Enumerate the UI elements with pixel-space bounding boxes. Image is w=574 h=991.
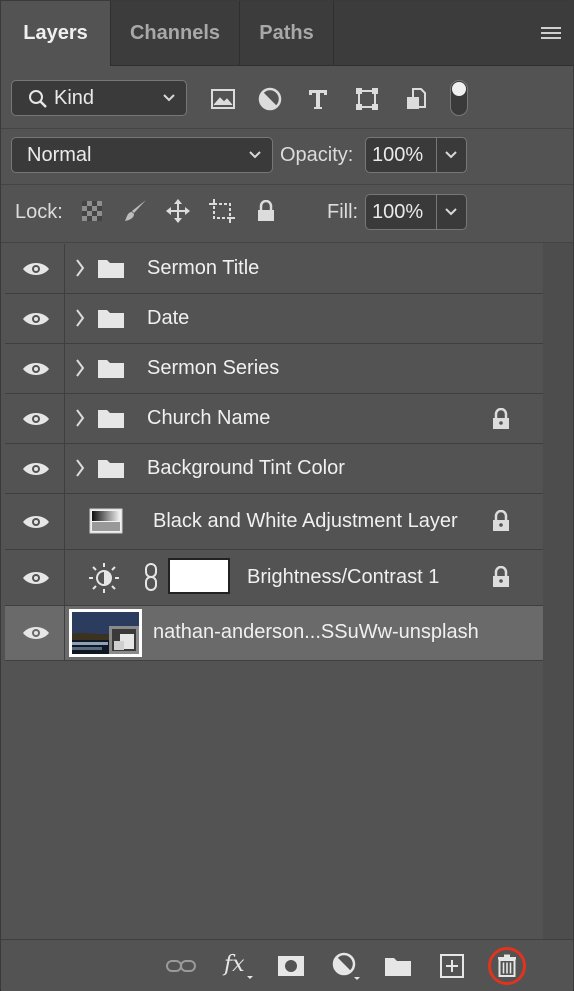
visibility-eye-icon[interactable] [21,360,51,378]
layer-name: Sermon Series [147,357,280,379]
lock-icon [493,510,509,531]
toggle-knob [452,82,466,96]
lock-icon [493,408,509,429]
search-icon [29,90,47,108]
adjustment-layer-filter-icon[interactable] [255,84,285,114]
type-layer-filter-icon[interactable] [303,84,333,114]
lock-transparent-pixels-icon[interactable] [77,196,107,226]
folder-icon [98,360,124,378]
layer-name: Brightness/Contrast 1 [247,566,440,588]
layer-mask-thumbnail[interactable] [168,558,230,594]
image-thumbnail [72,612,139,654]
visibility-eye-icon[interactable] [21,569,51,587]
chevron-down-icon [162,81,176,128]
lock-image-pixels-brush-icon[interactable] [120,196,150,226]
visibility-eye-icon[interactable] [21,260,51,278]
visibility-eye-icon[interactable] [21,460,51,478]
blend-mode-value: Normal [27,144,92,166]
delete-layer-trash-icon[interactable] [487,946,527,986]
smart-object-filter-icon[interactable] [401,84,431,114]
chevron-right-icon[interactable] [75,456,85,485]
blend-row: Normal Opacity: 100% [1,128,573,185]
svg-text:fx: fx [222,952,245,977]
lock-row: Lock: Fill: 100% [1,184,573,243]
new-layer-icon[interactable] [437,952,467,980]
lock-label: Lock: [15,201,63,223]
filter-row: Kind [1,66,573,129]
blend-mode-dropdown[interactable]: Normal [11,137,273,173]
layer-name: Church Name [147,407,271,429]
layer-row-brightness-contrast[interactable]: Brightness/Contrast 1 [5,550,543,606]
layer-row-date[interactable]: Date [5,294,543,344]
chevron-right-icon[interactable] [75,306,85,335]
fill-label: Fill: [327,201,359,223]
lock-all-icon[interactable] [251,196,281,226]
new-fill-adjustment-layer-icon[interactable] [329,952,363,980]
chevron-right-icon[interactable] [75,356,85,385]
visibility-eye-icon[interactable] [21,513,51,531]
layer-name: Black and White Adjustment Layer [153,510,458,532]
fill-value[interactable]: 100% [372,195,423,229]
new-group-folder-icon[interactable] [383,952,413,980]
layer-thumbnail[interactable] [69,609,142,657]
black-and-white-adjustment-icon [89,508,123,534]
visibility-eye-icon[interactable] [21,624,51,642]
layer-name: Background Tint Color [147,457,345,479]
layer-row-black-and-white[interactable]: Black and White Adjustment Layer [5,494,543,550]
chevron-right-icon[interactable] [75,406,85,435]
opacity-field[interactable]: 100% [365,137,467,173]
layer-row-sermon-title[interactable]: Sermon Title [5,244,543,294]
scrollbar-gutter[interactable] [543,243,573,939]
shape-layer-filter-icon[interactable] [352,84,382,114]
bottom-toolbar: fx [1,939,573,991]
layer-row-church-name[interactable]: Church Name [5,394,543,444]
chevron-down-icon [248,138,262,185]
layer-row-background-tint-color[interactable]: Background Tint Color [5,444,543,494]
link-layers-icon[interactable] [165,952,197,980]
layer-name: Sermon Title [147,257,260,279]
layer-row-sermon-series[interactable]: Sermon Series [5,344,543,394]
filter-kind-label: Kind [54,87,95,109]
lock-icon [493,566,509,587]
chain-link-icon[interactable] [143,562,159,592]
layer-name: nathan-anderson...SSuWw-unsplash [153,621,479,643]
tab-bar: Layers Channels Paths [1,1,573,66]
layers-panel: Layers Channels Paths Kind Normal Opacit… [0,0,574,991]
chevron-down-icon[interactable] [444,195,458,242]
fill-field[interactable]: 100% [365,194,467,230]
opacity-label: Opacity: [280,144,354,166]
brightness-contrast-sun-icon [89,563,119,593]
opacity-value[interactable]: 100% [372,138,423,172]
layer-row-nathan-anderson-unsplash[interactable]: nathan-anderson...SSuWw-unsplash [5,606,543,661]
filter-toggle-switch[interactable] [450,80,468,116]
layer-name: Date [147,307,190,329]
add-layer-mask-icon[interactable] [276,952,306,980]
lock-artboard-icon[interactable] [207,196,237,226]
tab-paths[interactable]: Paths [240,1,334,65]
chevron-right-icon[interactable] [75,256,85,285]
folder-icon [98,260,124,278]
folder-icon [98,310,124,328]
visibility-eye-icon[interactable] [21,410,51,428]
visibility-eye-icon[interactable] [21,310,51,328]
pixel-layer-filter-icon[interactable] [208,84,238,114]
folder-icon [98,460,124,478]
panel-menu-icon[interactable] [541,27,561,41]
tab-layers[interactable]: Layers [1,1,111,66]
tab-channels[interactable]: Channels [111,1,240,65]
filter-kind-dropdown[interactable]: Kind [11,80,187,116]
lock-position-move-icon[interactable] [163,196,193,226]
layer-style-fx-icon[interactable]: fx [221,952,257,980]
chevron-down-icon[interactable] [444,138,458,185]
folder-icon [98,410,124,428]
